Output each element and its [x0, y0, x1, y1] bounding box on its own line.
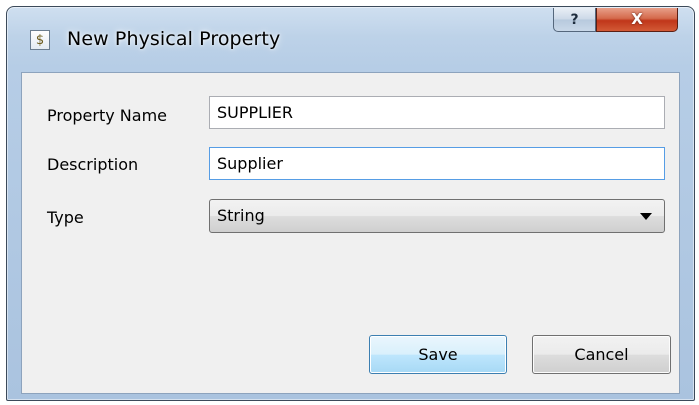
close-button[interactable]: X: [596, 8, 678, 32]
question-mark-icon: ?: [570, 11, 579, 28]
property-name-label: Property Name: [47, 106, 167, 125]
save-button-label: Save: [418, 345, 458, 364]
type-label: Type: [47, 208, 84, 227]
description-input[interactable]: Supplier: [209, 147, 665, 180]
type-select[interactable]: String: [209, 199, 665, 233]
dollar-document-icon: $: [30, 30, 50, 50]
property-name-input[interactable]: SUPPLIER: [209, 96, 665, 129]
save-button[interactable]: Save: [369, 335, 507, 374]
close-icon: X: [631, 10, 643, 28]
window-title: New Physical Property: [67, 28, 281, 50]
dropdown-arrow-icon: [640, 213, 652, 220]
help-button[interactable]: ?: [553, 8, 596, 32]
description-label: Description: [47, 155, 139, 174]
dialog-window: $ New Physical Property ? X Property Nam…: [6, 6, 695, 401]
dollar-glyph: $: [35, 32, 45, 48]
type-selected-value: String: [217, 206, 265, 225]
cancel-button-label: Cancel: [574, 345, 629, 364]
cancel-button[interactable]: Cancel: [532, 335, 671, 374]
title-bar[interactable]: $ New Physical Property ? X: [7, 7, 694, 65]
dialog-content: Property Name SUPPLIER Description Suppl…: [21, 72, 680, 394]
